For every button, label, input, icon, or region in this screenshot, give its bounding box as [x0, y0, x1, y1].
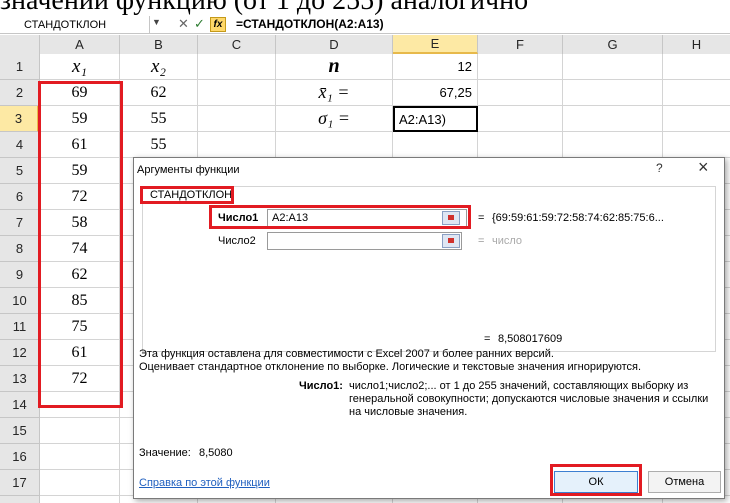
cell-e1[interactable]: 12 — [393, 54, 477, 79]
close-icon[interactable]: × — [698, 157, 709, 178]
col-header-a[interactable]: A — [40, 35, 120, 54]
cancel-button[interactable]: Отмена — [648, 471, 721, 493]
col-header-d[interactable]: D — [276, 35, 393, 54]
range-highlight-a2-a13 — [38, 81, 123, 408]
row-header[interactable]: 10 — [0, 288, 39, 314]
value-number: 8,5080 — [199, 447, 233, 459]
arg-help-text: число1;число2;... от 1 до 255 значений, … — [349, 380, 709, 418]
col-header-g[interactable]: G — [563, 35, 663, 54]
arg1-result: {69:59:61:59:72:58:74:62:85:75:6... — [492, 212, 664, 224]
row-header[interactable]: 14 — [0, 392, 39, 418]
row-header[interactable]: 17 — [0, 470, 39, 496]
row-header[interactable]: 2 — [0, 80, 39, 106]
cell-d3[interactable]: σ₁ = — [276, 106, 392, 131]
description-line1: Эта функция оставлена для совместимости … — [139, 348, 554, 360]
cancel-label: Отмена — [664, 476, 705, 488]
arg2-input[interactable] — [267, 232, 462, 250]
row-header[interactable]: 15 — [0, 418, 39, 444]
corner-select-all[interactable] — [0, 35, 40, 54]
row-header[interactable]: 6 — [0, 184, 39, 210]
cell-b-value[interactable]: 55 — [120, 132, 197, 157]
row-header[interactable]: 8 — [0, 236, 39, 262]
name-box[interactable]: СТАНДОТКЛОН — [0, 16, 150, 33]
row-headers: 1 2 3 4 5 6 7 8 9 10 11 12 13 14 15 16 1… — [0, 54, 40, 503]
col-header-e[interactable]: E — [393, 35, 478, 54]
col-header-b[interactable]: B — [120, 35, 198, 54]
function-name-highlight — [140, 186, 234, 204]
row-header[interactable]: 11 — [0, 314, 39, 340]
cell-a1[interactable]: x₁ — [40, 54, 119, 79]
help-link[interactable]: Справка по этой функции — [139, 477, 270, 489]
row-header[interactable]: 16 — [0, 444, 39, 470]
cell-b1[interactable]: x₂ — [120, 54, 197, 79]
col-header-f[interactable]: F — [478, 35, 563, 54]
row-header[interactable]: 9 — [0, 262, 39, 288]
col-header-c[interactable]: C — [198, 35, 276, 54]
row-header[interactable]: 13 — [0, 366, 39, 392]
cell-e3-active[interactable]: A2:A13) — [393, 106, 478, 132]
col-header-h[interactable]: H — [663, 35, 730, 54]
cancel-entry-icon[interactable]: ✕ — [178, 16, 189, 32]
row-header[interactable]: 3 — [0, 106, 39, 132]
cell-b-value[interactable]: 55 — [120, 106, 197, 131]
x1-header: x₁ — [71, 55, 88, 77]
insert-function-icon[interactable]: fx — [210, 17, 226, 32]
description-line2: Оценивает стандартное отклонение по выбо… — [139, 361, 642, 373]
row-header[interactable]: 4 — [0, 132, 39, 158]
row-header[interactable]: 7 — [0, 210, 39, 236]
total-result: 8,508017609 — [498, 333, 563, 345]
arg1-eq: = — [478, 212, 485, 224]
value-label: Значение: — [139, 447, 191, 459]
cell-b-value[interactable]: 62 — [120, 80, 197, 105]
arg-help-label: Число1: — [299, 380, 343, 392]
name-box-dropdown-icon[interactable]: ▼ — [152, 17, 161, 27]
row-header[interactable]: 12 — [0, 340, 39, 366]
name-box-value: СТАНДОТКЛОН — [24, 18, 107, 31]
cell-e2[interactable]: 67,25 — [393, 80, 477, 105]
caption-text: значений функцию (от 1 до 255) аналогичн… — [0, 0, 529, 16]
arg1-highlight — [209, 205, 471, 229]
help-icon[interactable]: ? — [656, 161, 663, 175]
total-eq: = — [484, 333, 491, 345]
row-header[interactable]: 5 — [0, 158, 39, 184]
cell-d2[interactable]: x̄₁ = — [276, 80, 392, 105]
arg2-eq: = — [478, 235, 485, 247]
cell-d1[interactable]: n — [276, 54, 392, 79]
ok-highlight — [550, 464, 642, 496]
x2-header: x₂ — [150, 55, 167, 77]
arg2-label: Число2 — [218, 235, 256, 247]
formula-bar: СТАНДОТКЛОН ▼ ✕ ✓ fx =СТАНДОТКЛОН(A2:A13… — [0, 16, 730, 34]
arg2-result: число — [492, 235, 523, 247]
formula-text[interactable]: =СТАНДОТКЛОН(A2:A13) — [236, 17, 384, 31]
row-header[interactable]: 1 — [0, 54, 39, 80]
function-arguments-dialog: Аргументы функции ? × СТАНДОТКЛОН Число1… — [133, 157, 725, 499]
enter-check-icon[interactable]: ✓ — [194, 16, 205, 32]
arg2-collapse-button[interactable] — [442, 234, 460, 248]
dialog-title: Аргументы функции — [137, 164, 240, 176]
